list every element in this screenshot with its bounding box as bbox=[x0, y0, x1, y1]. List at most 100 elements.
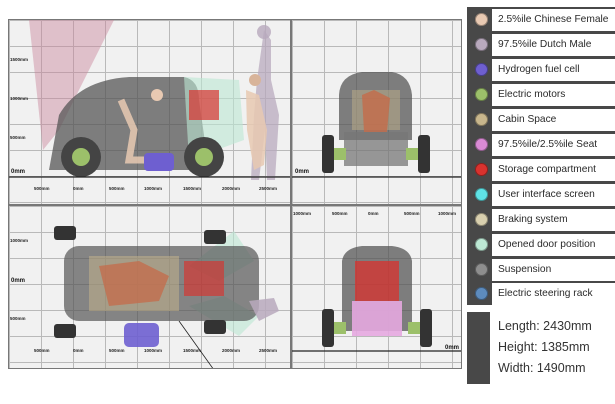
seat-swatch-icon bbox=[475, 138, 488, 151]
fuel-cell-swatch-icon bbox=[475, 63, 488, 76]
side-x-tick: 500mm bbox=[34, 186, 50, 191]
dimensions-panel: Length: 2430mm Height: 1385mm Width: 149… bbox=[467, 312, 615, 384]
front-left-wheel-top bbox=[54, 226, 76, 240]
right-motor-front bbox=[406, 148, 418, 160]
rear-x-tick: 1000mm bbox=[438, 211, 457, 216]
rear-motor-side bbox=[195, 148, 213, 166]
dimensions-box: Length: 2430mm Height: 1385mm Width: 149… bbox=[490, 312, 615, 384]
top-y-tick: 0mm bbox=[11, 278, 26, 284]
legend-label: 97.5%ile Dutch Male bbox=[488, 33, 615, 56]
rear-right-wheel-top bbox=[204, 320, 226, 334]
legend-item: 97.5%ile/2.5%ile Seat bbox=[467, 132, 615, 157]
left-wheel-front bbox=[322, 135, 334, 173]
top-y-tick: 1000mm bbox=[10, 238, 29, 243]
chassis-front bbox=[344, 132, 408, 166]
occupants-front bbox=[362, 90, 390, 132]
legend-item: Electric steering rack bbox=[467, 281, 615, 306]
rear-view-drawing bbox=[292, 246, 461, 352]
rear-zero-label: 0mm bbox=[445, 345, 460, 351]
side-x-tick: 1000mm bbox=[144, 186, 163, 191]
top-x-tick: 0mm bbox=[73, 348, 84, 353]
side-zero-label: 0mm bbox=[11, 169, 26, 175]
side-x-tick: 2000mm bbox=[222, 186, 241, 191]
top-y-tick: 500mm bbox=[10, 316, 26, 321]
chinese-female-swatch-icon bbox=[475, 13, 488, 26]
length-value: Length: 2430mm bbox=[498, 319, 592, 333]
legend-item: 2.5%ile Chinese Female bbox=[467, 7, 615, 32]
top-x-tick: 500mm bbox=[109, 348, 125, 353]
height-value: Height: 1385mm bbox=[498, 340, 590, 354]
suspension-swatch-icon bbox=[475, 263, 488, 276]
legend-label: Braking system bbox=[488, 208, 615, 231]
seat-rear bbox=[352, 301, 402, 336]
top-view-panel: 1000mm 0mm 500mm 500mm 0mm 500mm 1000mm … bbox=[8, 205, 291, 369]
legend-label: Storage compartment bbox=[488, 158, 615, 181]
steering-rack-swatch-icon bbox=[475, 287, 488, 300]
legend-item: User interface screen bbox=[467, 182, 615, 207]
occupant-head bbox=[151, 89, 163, 101]
male-figure-head bbox=[257, 25, 271, 39]
legend-label: Opened door position bbox=[488, 233, 615, 256]
side-x-tick: 1500mm bbox=[183, 186, 202, 191]
front-view-panel: 0mm bbox=[291, 19, 462, 205]
legend-label: Suspension bbox=[488, 258, 615, 281]
legend-item: Braking system bbox=[467, 207, 615, 232]
right-wheel-rear bbox=[420, 309, 432, 347]
legend-label: 97.5%ile/2.5%ile Seat bbox=[488, 133, 615, 156]
side-y-tick: 1000mm bbox=[10, 96, 29, 101]
storage-compartment-swatch-icon bbox=[475, 163, 488, 176]
legend-item: Cabin Space bbox=[467, 107, 615, 132]
fuel-cell-side bbox=[144, 153, 174, 171]
opened-door-swatch-icon bbox=[475, 238, 488, 251]
top-view-drawing bbox=[54, 226, 279, 368]
legend-label: Hydrogen fuel cell bbox=[488, 58, 615, 81]
legend-item: Suspension bbox=[467, 257, 615, 282]
legend-label: Cabin Space bbox=[488, 108, 615, 131]
rear-view-panel: 1000mm 500mm 0mm 500mm 1000mm 0mm bbox=[291, 205, 462, 369]
top-x-tick: 1000mm bbox=[144, 348, 163, 353]
left-motor-front bbox=[334, 148, 346, 160]
top-x-tick: 2500mm bbox=[259, 348, 278, 353]
storage-compartment-top bbox=[184, 261, 224, 296]
rear-x-tick: 500mm bbox=[332, 211, 348, 216]
legend-label: Electric steering rack bbox=[488, 282, 615, 305]
left-motor-rear bbox=[334, 322, 346, 334]
side-view-drawing bbox=[9, 20, 290, 180]
front-motor-side bbox=[72, 148, 90, 166]
top-x-tick: 500mm bbox=[34, 348, 50, 353]
legend-label: User interface screen bbox=[488, 183, 615, 206]
legend-label: 2.5%ile Chinese Female bbox=[488, 8, 615, 31]
rear-x-tick: 1000mm bbox=[293, 211, 312, 216]
width-value: Width: 1490mm bbox=[498, 361, 586, 375]
cabin-space-swatch-icon bbox=[475, 113, 488, 126]
legend-item: Hydrogen fuel cell bbox=[467, 57, 615, 82]
braking-system-swatch-icon bbox=[475, 213, 488, 226]
left-wheel-rear bbox=[322, 309, 334, 347]
top-x-tick: 1500mm bbox=[183, 348, 202, 353]
rear-x-tick: 500mm bbox=[404, 211, 420, 216]
legend-item: Electric motors bbox=[467, 82, 615, 107]
legend-item: Storage compartment bbox=[467, 157, 615, 182]
legend-panel: 2.5%ile Chinese Female 97.5%ile Dutch Ma… bbox=[467, 7, 615, 305]
rear-x-tick: 0mm bbox=[368, 211, 379, 216]
legend-label: Electric motors bbox=[488, 83, 615, 106]
side-y-tick: 1500mm bbox=[10, 57, 29, 62]
side-x-tick: 500mm bbox=[109, 186, 125, 191]
side-x-tick: 2500mm bbox=[259, 186, 278, 191]
storage-compartment-rear bbox=[355, 261, 399, 301]
legend-item: 97.5%ile Dutch Male bbox=[467, 32, 615, 57]
front-zero-label: 0mm bbox=[295, 169, 310, 175]
female-figure-head bbox=[249, 74, 261, 86]
electric-motors-swatch-icon bbox=[475, 88, 488, 101]
rear-left-wheel-top bbox=[204, 230, 226, 244]
front-right-wheel-top bbox=[54, 324, 76, 338]
top-x-tick: 2000mm bbox=[222, 348, 241, 353]
side-y-tick: 500mm bbox=[10, 135, 26, 140]
side-view-panel: 1500mm 1000mm 500mm 0mm 500mm 0mm 500mm … bbox=[8, 19, 291, 205]
dutch-male-swatch-icon bbox=[475, 38, 488, 51]
right-motor-rear bbox=[408, 322, 420, 334]
side-x-tick: 0mm bbox=[73, 186, 84, 191]
right-wheel-front bbox=[418, 135, 430, 173]
legend-item: Opened door position bbox=[467, 232, 615, 257]
fuel-cell-top bbox=[124, 323, 159, 347]
